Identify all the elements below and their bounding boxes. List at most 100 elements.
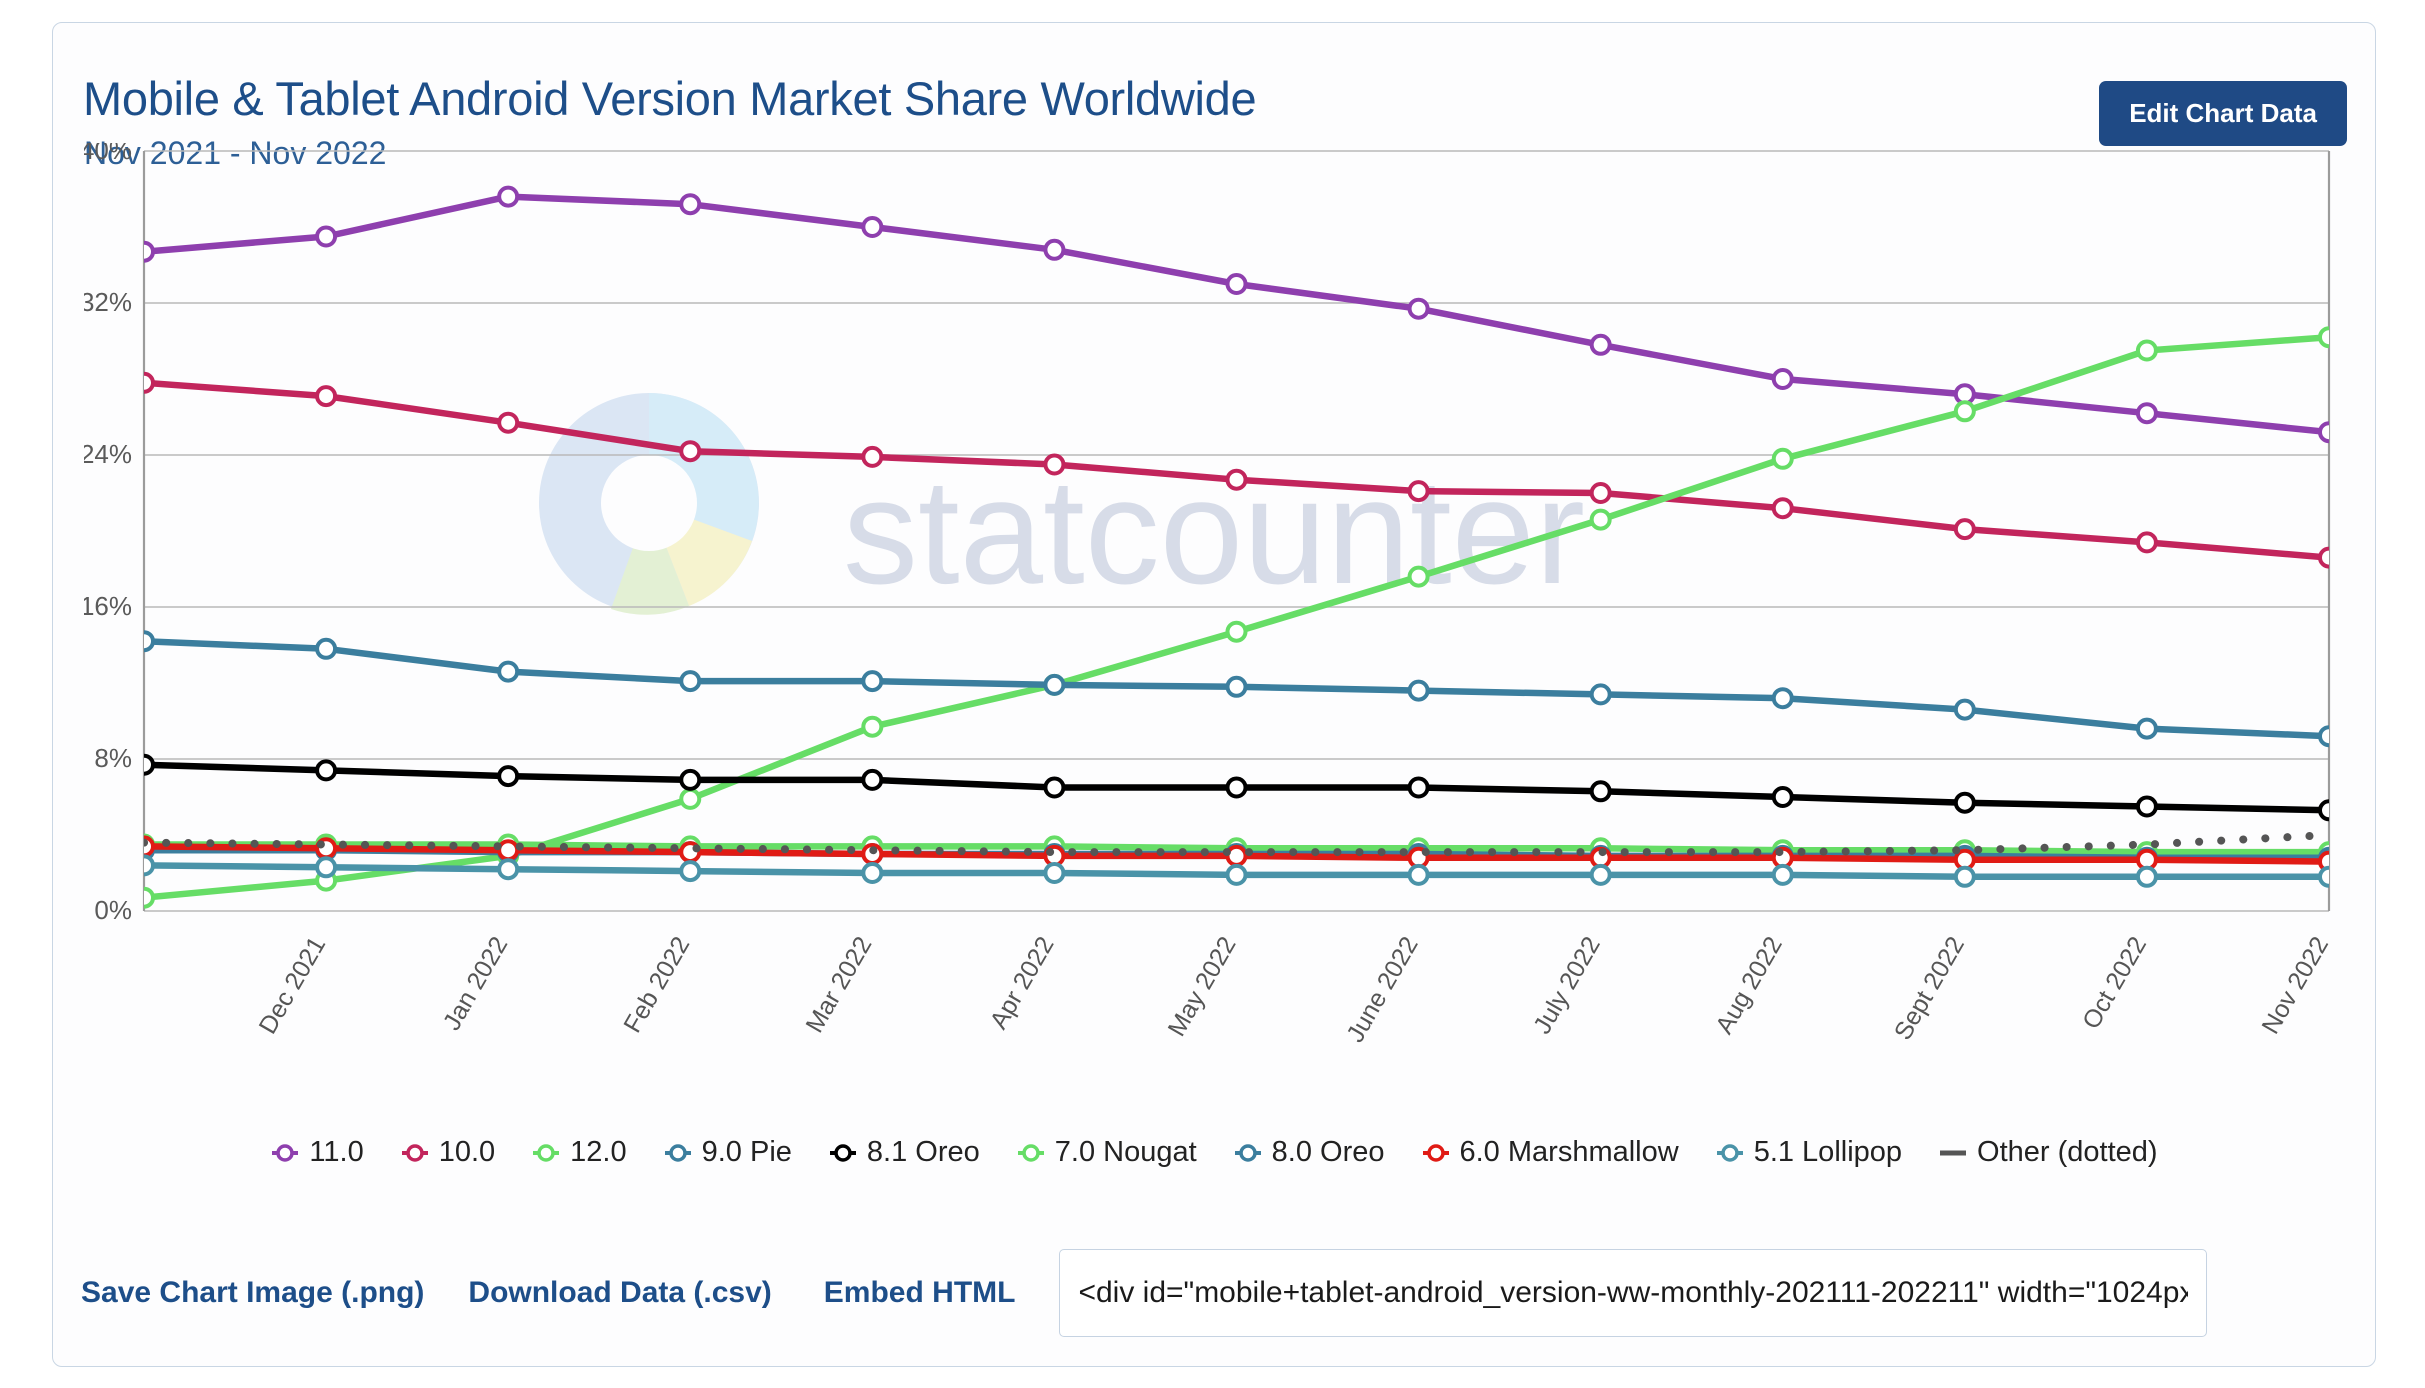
data-point[interactable] (1953, 400, 1976, 423)
legend-line-icon (1940, 1150, 1967, 1155)
data-point[interactable] (1225, 620, 1248, 643)
legend-label: 6.0 Marshmallow (1459, 1136, 1679, 1168)
data-point[interactable] (1589, 683, 1612, 706)
data-point[interactable] (497, 411, 520, 434)
data-point[interactable] (1589, 780, 1612, 803)
data-point[interactable] (315, 385, 338, 408)
data-point[interactable] (135, 753, 155, 776)
data-point[interactable] (2135, 717, 2158, 740)
legend-circle-icon (664, 1143, 691, 1162)
legend-item-5-1-lollipop[interactable]: 5.1 Lollipop (1715, 1136, 1902, 1169)
data-point[interactable] (315, 759, 338, 782)
data-point[interactable] (2318, 865, 2338, 888)
embed-html-link[interactable]: Embed HTML (824, 1276, 1016, 1310)
data-point[interactable] (861, 670, 884, 693)
data-point[interactable] (1225, 468, 1248, 491)
data-point[interactable] (135, 854, 155, 877)
data-point[interactable] (1407, 297, 1430, 320)
data-point[interactable] (1589, 863, 1612, 886)
data-point[interactable] (2318, 725, 2338, 748)
data-point[interactable] (679, 670, 702, 693)
data-point[interactable] (497, 660, 520, 683)
series-9-0-pie (135, 630, 2338, 748)
data-point[interactable] (1407, 863, 1430, 886)
data-point[interactable] (861, 862, 884, 884)
data-point[interactable] (2318, 421, 2338, 444)
data-point[interactable] (1589, 508, 1612, 531)
legend-item-12-0[interactable]: 12.0 (531, 1136, 627, 1169)
legend-label: 12.0 (570, 1136, 627, 1168)
embed-html-input[interactable] (1059, 1249, 2208, 1337)
data-point[interactable] (679, 860, 702, 883)
data-point[interactable] (1953, 518, 1976, 541)
legend-item-other-dotted[interactable]: Other (dotted) (1938, 1136, 2158, 1169)
data-point[interactable] (1407, 679, 1430, 702)
data-point[interactable] (2318, 546, 2338, 569)
data-point[interactable] (1771, 786, 1794, 808)
data-point[interactable] (2135, 795, 2158, 818)
x-tick-label: Feb 2022 (618, 932, 695, 1037)
download-data-link[interactable]: Download Data (.csv) (468, 1276, 771, 1310)
data-point[interactable] (1771, 687, 1794, 710)
data-point[interactable] (497, 185, 520, 208)
data-point[interactable] (1407, 565, 1430, 588)
data-point[interactable] (1043, 673, 1066, 696)
data-point[interactable] (1407, 480, 1430, 503)
data-point[interactable] (1771, 497, 1794, 520)
legend-item-10-0[interactable]: 10.0 (400, 1136, 495, 1169)
data-point[interactable] (2135, 339, 2158, 362)
data-point[interactable] (1407, 776, 1430, 799)
data-point[interactable] (1225, 776, 1248, 799)
data-point[interactable] (1043, 238, 1066, 261)
data-point[interactable] (861, 715, 884, 738)
data-point[interactable] (315, 225, 338, 248)
data-point[interactable] (1043, 453, 1066, 476)
data-point[interactable] (679, 768, 702, 791)
data-point[interactable] (135, 371, 155, 394)
data-point[interactable] (1225, 863, 1248, 886)
data-point[interactable] (679, 787, 702, 810)
legend-circle-icon (272, 1143, 299, 1162)
data-point[interactable] (2318, 799, 2338, 822)
y-tick-16: 16% (84, 591, 132, 621)
data-point[interactable] (135, 240, 155, 263)
data-point[interactable] (1771, 863, 1794, 886)
data-point[interactable] (1225, 844, 1248, 867)
data-point[interactable] (1589, 482, 1612, 504)
data-point[interactable] (1043, 862, 1066, 884)
data-point[interactable] (497, 839, 520, 862)
data-point[interactable] (861, 768, 884, 791)
data-point[interactable] (2135, 531, 2158, 554)
legend-item-8-0-oreo[interactable]: 8.0 Oreo (1233, 1136, 1385, 1169)
legend-item-9-0-pie[interactable]: 9.0 Pie (663, 1136, 792, 1169)
data-point[interactable] (1953, 698, 1976, 721)
legend-item-11-0[interactable]: 11.0 (270, 1136, 364, 1169)
data-point[interactable] (2135, 865, 2158, 888)
data-point[interactable] (1043, 776, 1066, 799)
edit-chart-data-button[interactable]: Edit Chart Data (2099, 81, 2347, 146)
data-point[interactable] (2318, 326, 2338, 349)
data-point[interactable] (1953, 865, 1976, 888)
data-point[interactable] (1225, 675, 1248, 698)
data-point[interactable] (861, 216, 884, 238)
data-point[interactable] (1953, 791, 1976, 814)
save-chart-image-link[interactable]: Save Chart Image (.png) (81, 1276, 424, 1310)
data-point[interactable] (861, 445, 884, 468)
data-point[interactable] (497, 765, 520, 788)
data-point[interactable] (1771, 368, 1794, 390)
legend-item-8-1-oreo[interactable]: 8.1 Oreo (828, 1136, 980, 1169)
data-point[interactable] (135, 886, 155, 909)
data-point[interactable] (1225, 273, 1248, 295)
data-point[interactable] (135, 630, 155, 653)
data-point[interactable] (497, 858, 520, 881)
data-point[interactable] (1589, 333, 1612, 356)
data-point[interactable] (315, 637, 338, 660)
data-point[interactable] (679, 193, 702, 216)
legend-item-7-0-nougat[interactable]: 7.0 Nougat (1016, 1136, 1197, 1169)
data-point[interactable] (1771, 447, 1794, 470)
data-point[interactable] (315, 856, 338, 879)
legend-item-6-0-marshmallow[interactable]: 6.0 Marshmallow (1421, 1136, 1679, 1169)
data-point[interactable] (2135, 402, 2158, 425)
data-point[interactable] (679, 440, 702, 463)
line-chart-svg: statcounter 40% 32% 24% 16% 8% 0% Dec 20… (84, 143, 2338, 1047)
